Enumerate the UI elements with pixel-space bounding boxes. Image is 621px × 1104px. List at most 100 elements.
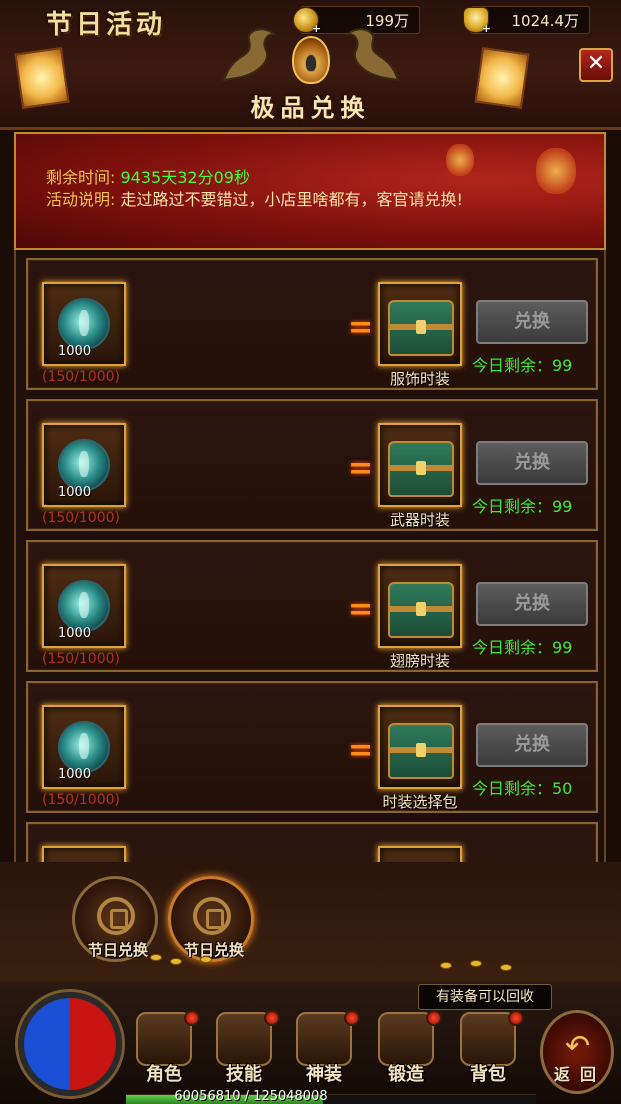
reward-item-slot[interactable]: [378, 423, 462, 507]
reward-item-slot[interactable]: [378, 282, 462, 366]
notification-dot: [344, 1010, 360, 1026]
gold-ingot-icon: +: [463, 7, 491, 35]
coin-stack-icon: [193, 897, 231, 935]
cost-progress: (150/1000): [42, 792, 120, 808]
exchange-row-partial: [26, 822, 598, 862]
notification-dot: [426, 1010, 442, 1026]
ingot-value: 1024.4万: [511, 11, 580, 30]
lantern-icon: [446, 144, 474, 176]
reward-name: 翅膀时装: [389, 652, 450, 670]
tab-festival-exchange[interactable]: 节日兑换: [72, 876, 158, 962]
exchange-list[interactable]: 1000 (150/1000) = 服饰时装 兑换 今日剩余：99 1000 (…: [14, 250, 606, 862]
notification-dot: [184, 1010, 200, 1026]
equals-sign: =: [348, 733, 374, 768]
jade-token-icon: [58, 439, 110, 491]
notification-dot: [264, 1010, 280, 1026]
nav-label: 锻造: [388, 1064, 424, 1085]
cost-item-quantity: 1000: [58, 485, 92, 500]
exchange-row: 1000 (150/1000) = 翅膀时装 兑换 今日剩余：99: [26, 540, 598, 672]
cost-item-slot[interactable]: 1000: [42, 564, 126, 648]
cost-item-slot[interactable]: [42, 846, 126, 862]
reward-name: 武器时装: [389, 511, 450, 529]
hp-mp-orb: [18, 992, 122, 1096]
cost-item-slot[interactable]: 1000: [42, 705, 126, 789]
gold-coin-decoration: [170, 958, 182, 965]
cost-item-quantity: 1000: [58, 626, 92, 641]
event-description-value: 走过路过不要错过，小店里啥都有，客官请兑换!: [120, 190, 463, 209]
page-title: 极品兑换: [250, 94, 371, 122]
event-description-row: 活动说明: 走过路过不要错过，小店里啥都有，客官请兑换!: [46, 186, 463, 210]
exchange-button[interactable]: 兑换: [476, 300, 588, 344]
reward-item-slot[interactable]: [378, 705, 462, 789]
reward-name: 服饰时装: [389, 370, 450, 388]
daily-remaining: 今日剩余：50: [472, 779, 573, 798]
treasure-chest-icon: [388, 300, 454, 356]
tab-festival-exchange-active[interactable]: 节日兑换: [168, 876, 254, 962]
cost-item-quantity: 1000: [58, 344, 92, 359]
gold-coin-decoration: [470, 960, 482, 967]
reward-item-slot[interactable]: [378, 564, 462, 648]
exchange-tab-bar: 节日兑换 节日兑换: [0, 862, 621, 982]
nav-label: 技能: [226, 1064, 262, 1085]
exchange-row: 1000 (150/1000) = 时装选择包 兑换 今日剩余：50: [26, 681, 598, 813]
nav-label: 角色: [146, 1064, 182, 1085]
nav-skill-button[interactable]: 技能: [208, 1010, 280, 1094]
nav-forge-button[interactable]: 锻造: [370, 1010, 442, 1094]
jade-token-icon: [58, 721, 110, 773]
reward-item-slot[interactable]: [378, 846, 462, 862]
nav-label: 神装: [306, 1064, 342, 1085]
exchange-button[interactable]: 兑换: [476, 723, 588, 767]
remaining-time-value: 9435天32分09秒: [120, 168, 250, 187]
dragon-ornament-icon: [222, 28, 277, 82]
cost-item-slot[interactable]: 1000: [42, 423, 126, 507]
exchange-button[interactable]: 兑换: [476, 582, 588, 626]
return-arrow-icon: ↶: [565, 1029, 591, 1064]
close-icon: ✕: [586, 51, 606, 76]
daily-remaining: 今日剩余：99: [472, 356, 573, 375]
top-bar: 节日活动 + 199万 + 1024.4万 ✕ 极品兑换: [0, 0, 621, 130]
gold-coin-decoration: [200, 956, 212, 963]
jade-token-icon: [58, 298, 110, 350]
gold-coin-icon: +: [293, 7, 321, 35]
notification-dot: [508, 1010, 524, 1026]
exchange-row: 1000 (150/1000) = 武器时装 兑换 今日剩余：99: [26, 399, 598, 531]
gold-coin-decoration: [500, 964, 512, 971]
event-info-banner: 剩余时间: 9435天32分09秒 活动说明: 走过路过不要错过，小店里啥都有，…: [14, 132, 606, 250]
cost-item-slot[interactable]: 1000: [42, 282, 126, 366]
cost-item-quantity: 1000: [58, 767, 92, 782]
nav-label: 背包: [470, 1064, 506, 1085]
jade-token-icon: [58, 580, 110, 632]
equals-sign: =: [348, 592, 374, 627]
equals-sign: =: [348, 310, 374, 345]
treasure-chest-icon: [388, 723, 454, 779]
daily-remaining: 今日剩余：99: [472, 638, 573, 657]
central-emblem-icon: [292, 36, 330, 84]
tab-label: 节日兑换: [183, 941, 244, 959]
event-title: 节日活动: [46, 10, 167, 40]
close-button[interactable]: ✕: [579, 48, 613, 82]
cost-progress: (150/1000): [42, 651, 120, 667]
reward-name: 时装选择包: [382, 793, 458, 811]
dragon-ornament-icon: [345, 28, 400, 82]
back-button[interactable]: ↶ 返回: [540, 1010, 614, 1094]
lantern-icon: [536, 148, 576, 194]
nav-bag-button[interactable]: 背包: [452, 1010, 524, 1094]
recycle-hint-tooltip[interactable]: 有装备可以回收: [418, 984, 552, 1010]
remaining-time-row: 剩余时间: 9435天32分09秒: [46, 164, 250, 188]
back-label: 返回: [553, 1065, 606, 1084]
remaining-time-label: 剩余时间:: [46, 168, 116, 187]
cost-progress: (150/1000): [42, 369, 120, 385]
coin-stack-icon: [97, 897, 135, 935]
ingot-balance[interactable]: + 1024.4万: [463, 6, 590, 35]
exchange-row: 1000 (150/1000) = 服饰时装 兑换 今日剩余：99: [26, 258, 598, 390]
nav-divine-gear-button[interactable]: 神装: [288, 1010, 360, 1094]
treasure-chest-icon: [388, 582, 454, 638]
experience-text: 60056810 / 125048008: [174, 1089, 328, 1104]
daily-remaining: 今日剩余：99: [472, 497, 573, 516]
gold-coin-decoration: [150, 954, 162, 961]
event-description-label: 活动说明:: [46, 190, 116, 209]
treasure-chest-icon: [388, 441, 454, 497]
equals-sign: =: [348, 451, 374, 486]
exchange-button[interactable]: 兑换: [476, 441, 588, 485]
nav-character-button[interactable]: 角色: [128, 1010, 200, 1094]
